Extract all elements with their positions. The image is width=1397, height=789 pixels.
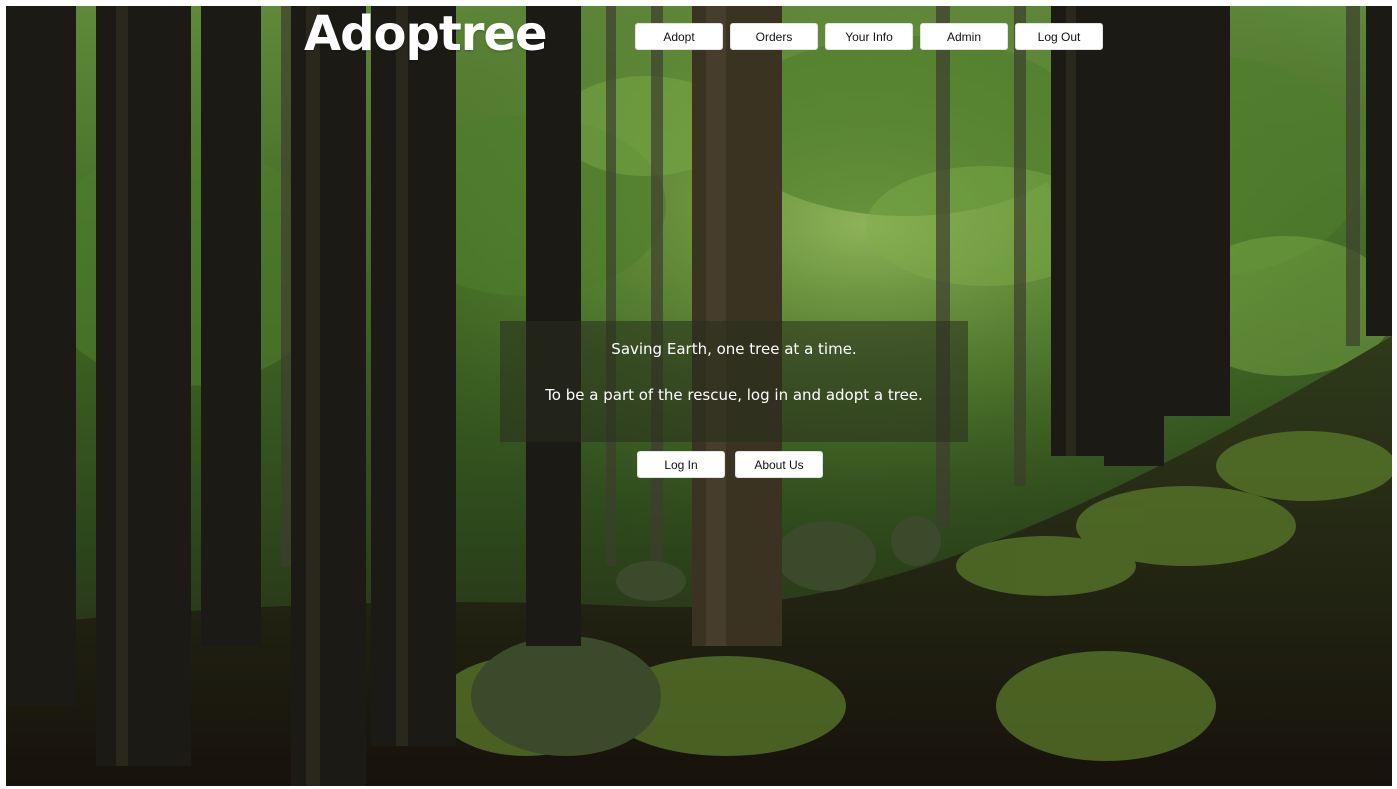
page-viewport: Adoptree Adopt Orders Your Info Admin Lo…: [6, 6, 1392, 786]
hero-subtext: To be a part of the rescue, log in and a…: [545, 386, 923, 404]
nav-admin-button[interactable]: Admin: [920, 23, 1008, 50]
site-logo[interactable]: Adoptree: [304, 6, 548, 64]
hero-headline: Saving Earth, one tree at a time.: [611, 340, 857, 358]
nav-orders-button[interactable]: Orders: [730, 23, 818, 50]
nav-log-out-button[interactable]: Log Out: [1015, 23, 1103, 50]
hero-message-panel: Saving Earth, one tree at a time. To be …: [500, 321, 968, 442]
log-in-button[interactable]: Log In: [637, 451, 725, 478]
about-us-button[interactable]: About Us: [735, 451, 823, 478]
nav-adopt-button[interactable]: Adopt: [635, 23, 723, 50]
nav-your-info-button[interactable]: Your Info: [825, 23, 913, 50]
